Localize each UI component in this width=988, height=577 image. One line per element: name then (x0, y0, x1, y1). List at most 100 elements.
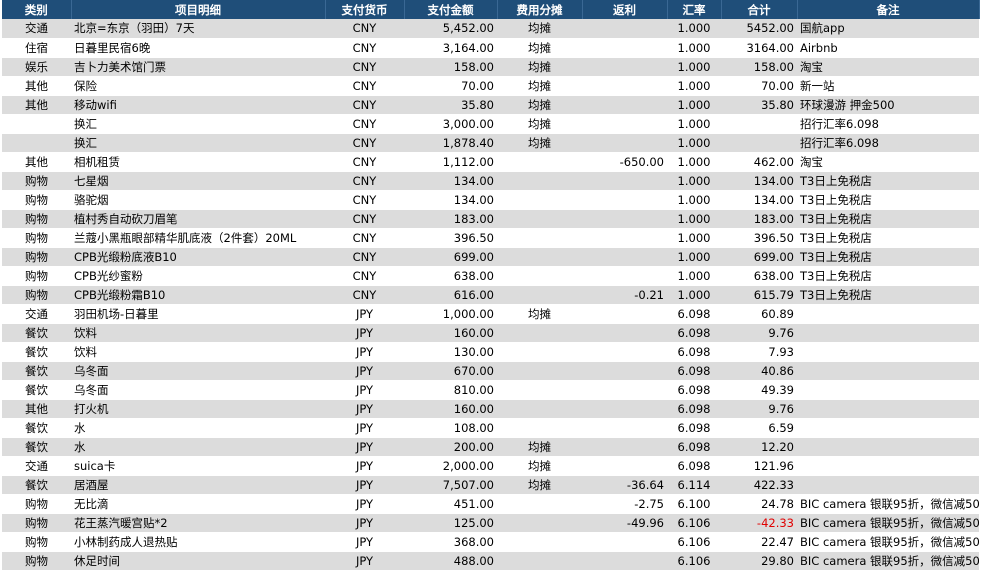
cell-rate[interactable]: 1.000 (667, 57, 721, 77)
cell-rebate[interactable]: -2.75 (582, 494, 667, 514)
cell-note[interactable] (797, 418, 979, 438)
table-row[interactable]: 餐饮 居酒屋 JPY 7,507.00 均摊 -36.64 6.114 422.33 (2, 475, 979, 495)
cell-total[interactable]: 35.80 (721, 95, 797, 115)
cell-rate[interactable]: 1.000 (667, 228, 721, 248)
cell-rebate[interactable] (582, 57, 667, 77)
cell-currency[interactable]: JPY (325, 380, 404, 400)
cell-note[interactable]: T3日上免税店 (797, 285, 979, 305)
table-row[interactable]: 购物 小林制药成人退热贴 JPY 368.00 6.106 22.47 BIC camera… (2, 532, 979, 552)
cell-total[interactable]: 29.80 (721, 551, 797, 571)
cell-split[interactable]: 均摊 (497, 456, 582, 476)
cell-rate[interactable]: 1.000 (667, 171, 721, 191)
table-row[interactable]: 购物 兰蔻小黑瓶眼部精华肌底液（2件套）20ML CNY 396.50 1.000 396… (2, 228, 979, 248)
cell-item[interactable]: 小林制药成人退热贴 (71, 532, 325, 552)
cell-currency[interactable]: CNY (325, 190, 404, 210)
cell-rebate[interactable]: -0.21 (582, 285, 667, 305)
cell-item[interactable]: 吉卜力美术馆门票 (71, 57, 325, 77)
cell-total[interactable]: 3164.00 (721, 38, 797, 58)
cell-currency[interactable]: JPY (325, 437, 404, 457)
cell-note[interactable]: 招行汇率6.098 (797, 114, 979, 134)
table-row[interactable]: 娱乐 吉卜力美术馆门票 CNY 158.00 均摊 1.000 158.00 淘宝 (2, 57, 979, 77)
cell-currency[interactable]: CNY (325, 266, 404, 286)
cell-rebate[interactable]: -650.00 (582, 152, 667, 172)
cell-amount[interactable]: 5,452.00 (404, 19, 497, 39)
cell-total[interactable]: 462.00 (721, 152, 797, 172)
cell-split[interactable]: 均摊 (497, 76, 582, 96)
cell-note[interactable] (797, 456, 979, 476)
cell-item[interactable]: CPB光纱蜜粉 (71, 266, 325, 286)
cell-note[interactable]: T3日上免税店 (797, 228, 979, 248)
cell-note[interactable] (797, 304, 979, 324)
table-row[interactable]: 其他 移动wifi CNY 35.80 均摊 1.000 35.80 环球漫游 押金500 (2, 95, 979, 115)
cell-category[interactable]: 购物 (2, 190, 71, 210)
cell-split[interactable] (497, 513, 582, 533)
cell-rate[interactable]: 6.100 (667, 494, 721, 514)
cell-rebate[interactable] (582, 95, 667, 115)
cell-split[interactable]: 均摊 (497, 475, 582, 495)
cell-rate[interactable]: 1.000 (667, 190, 721, 210)
cell-item[interactable]: 饮料 (71, 323, 325, 343)
header-split[interactable]: 费用分摊 (497, 0, 583, 19)
table-row[interactable]: 交通 北京=东京（羽田）7天 CNY 5,452.00 均摊 1.000 5452.00 国航… (2, 19, 979, 39)
cell-rebate[interactable] (582, 304, 667, 324)
cell-rebate[interactable] (582, 76, 667, 96)
cell-item[interactable]: 换汇 (71, 114, 325, 134)
cell-currency[interactable]: CNY (325, 57, 404, 77)
cell-item[interactable]: 居酒屋 (71, 475, 325, 495)
cell-category[interactable]: 餐饮 (2, 418, 71, 438)
cell-amount[interactable]: 134.00 (404, 171, 497, 191)
cell-note[interactable]: BIC camera 银联95折，微信减50元 (797, 532, 979, 552)
cell-item[interactable]: 换汇 (71, 133, 325, 153)
cell-item[interactable]: 水 (71, 418, 325, 438)
cell-rebate[interactable] (582, 247, 667, 267)
cell-amount[interactable]: 160.00 (404, 323, 497, 343)
cell-amount[interactable]: 638.00 (404, 266, 497, 286)
cell-currency[interactable]: CNY (325, 19, 404, 39)
cell-rebate[interactable] (582, 456, 667, 476)
cell-note[interactable]: Airbnb (797, 38, 979, 58)
cell-category[interactable]: 购物 (2, 247, 71, 267)
cell-amount[interactable]: 134.00 (404, 190, 497, 210)
cell-note[interactable]: T3日上免税店 (797, 247, 979, 267)
cell-amount[interactable]: 2,000.00 (404, 456, 497, 476)
cell-rate[interactable]: 1.000 (667, 266, 721, 286)
cell-note[interactable]: BIC camera 银联95折，微信减50元 (797, 513, 979, 533)
cell-currency[interactable]: CNY (325, 114, 404, 134)
table-row[interactable]: 购物 CPB光纱蜜粉 CNY 638.00 1.000 638.00 T3日上免税店 (2, 266, 979, 286)
table-row[interactable]: 购物 植村秀自动砍刀眉笔 CNY 183.00 1.000 183.00 T3日上免税店 (2, 209, 979, 229)
header-category[interactable]: 类别 (2, 0, 72, 19)
cell-item[interactable]: 乌冬面 (71, 361, 325, 381)
cell-currency[interactable]: JPY (325, 399, 404, 419)
table-row[interactable]: 购物 CPB光缎粉霜B10 CNY 616.00 -0.21 1.000 615.79 T3日… (2, 285, 979, 305)
header-item[interactable]: 项目明细 (71, 0, 326, 19)
cell-total[interactable]: 9.76 (721, 323, 797, 343)
table-row[interactable]: 交通 羽田机场-日暮里 JPY 1,000.00 均摊 6.098 60.89 (2, 304, 979, 324)
cell-amount[interactable]: 3,000.00 (404, 114, 497, 134)
cell-split[interactable]: 均摊 (497, 437, 582, 457)
cell-split[interactable] (497, 418, 582, 438)
cell-rate[interactable]: 1.000 (667, 285, 721, 305)
cell-split[interactable]: 均摊 (497, 38, 582, 58)
table-row[interactable]: 餐饮 乌冬面 JPY 810.00 6.098 49.39 (2, 380, 979, 400)
cell-category[interactable] (2, 133, 71, 153)
cell-rebate[interactable] (582, 532, 667, 552)
cell-rate[interactable]: 6.098 (667, 380, 721, 400)
cell-category[interactable]: 其他 (2, 152, 71, 172)
header-amount[interactable]: 支付金额 (404, 0, 498, 19)
cell-note[interactable]: 淘宝 (797, 57, 979, 77)
header-rate[interactable]: 汇率 (667, 0, 722, 19)
cell-item[interactable]: 骆驼烟 (71, 190, 325, 210)
cell-category[interactable]: 购物 (2, 551, 71, 571)
cell-category[interactable]: 交通 (2, 19, 71, 39)
cell-rate[interactable]: 1.000 (667, 38, 721, 58)
cell-item[interactable]: 花王蒸汽暖宫贴*2 (71, 513, 325, 533)
table-row[interactable]: 餐饮 乌冬面 JPY 670.00 6.098 40.86 (2, 361, 979, 381)
cell-currency[interactable]: JPY (325, 418, 404, 438)
cell-category[interactable]: 其他 (2, 95, 71, 115)
cell-rate[interactable]: 1.000 (667, 76, 721, 96)
cell-total[interactable] (721, 114, 797, 134)
cell-rebate[interactable] (582, 437, 667, 457)
cell-category[interactable]: 交通 (2, 304, 71, 324)
header-rebate[interactable]: 返利 (582, 0, 668, 19)
cell-category[interactable]: 购物 (2, 532, 71, 552)
